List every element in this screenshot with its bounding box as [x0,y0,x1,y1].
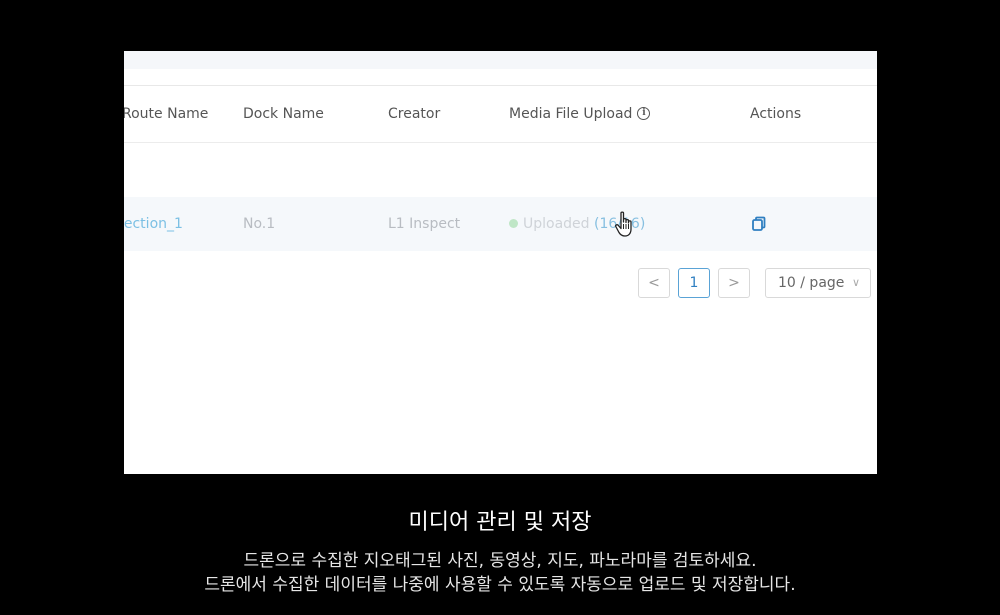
caption-line-1: 드론으로 수집한 지오태그된 사진, 동영상, 지도, 파노라마를 검토하세요. [243,551,757,571]
column-header-dock-name[interactable]: Dock Name [243,86,324,142]
prev-page-button[interactable]: < [638,268,670,298]
column-header-route-name[interactable]: Route Name [124,86,208,142]
caption-line-2: 드론에서 수집한 데이터를 나중에 사용할 수 있도록 자동으로 업로드 및 저… [204,575,796,595]
copy-icon[interactable] [751,216,767,232]
page-1-button[interactable]: 1 [678,268,710,298]
media-table-panel: Route Name Dock Name Creator Media File … [124,51,877,474]
next-page-button[interactable]: > [718,268,750,298]
media-upload-label: Media File Upload [509,106,633,122]
creator-cell: L1 Inspect [388,216,461,232]
caption-title: 미디어 관리 및 저장 [408,510,592,535]
hand-pointer-icon [615,211,632,237]
chevron-down-icon: ∨ [851,276,860,289]
table-header: Route Name Dock Name Creator Media File … [124,85,877,143]
info-icon[interactable]: i [637,106,651,120]
table-row[interactable]: nection_1 No.1 L1 Inspect Uploaded (16/1… [124,197,877,251]
route-name-link[interactable]: nection_1 [124,197,183,251]
column-header-creator[interactable]: Creator [388,86,440,142]
column-header-actions: Actions [750,106,802,122]
toolbar-strip [124,51,877,69]
column-header-media-upload[interactable]: Media File Upload i [509,86,651,142]
dock-name-cell: No.1 [243,216,276,232]
page-size-value: 10 / page [778,275,845,291]
status-dot [509,218,518,228]
upload-status: Uploaded [523,216,590,232]
page-size-select[interactable]: 10 / page ∨ [765,268,871,298]
